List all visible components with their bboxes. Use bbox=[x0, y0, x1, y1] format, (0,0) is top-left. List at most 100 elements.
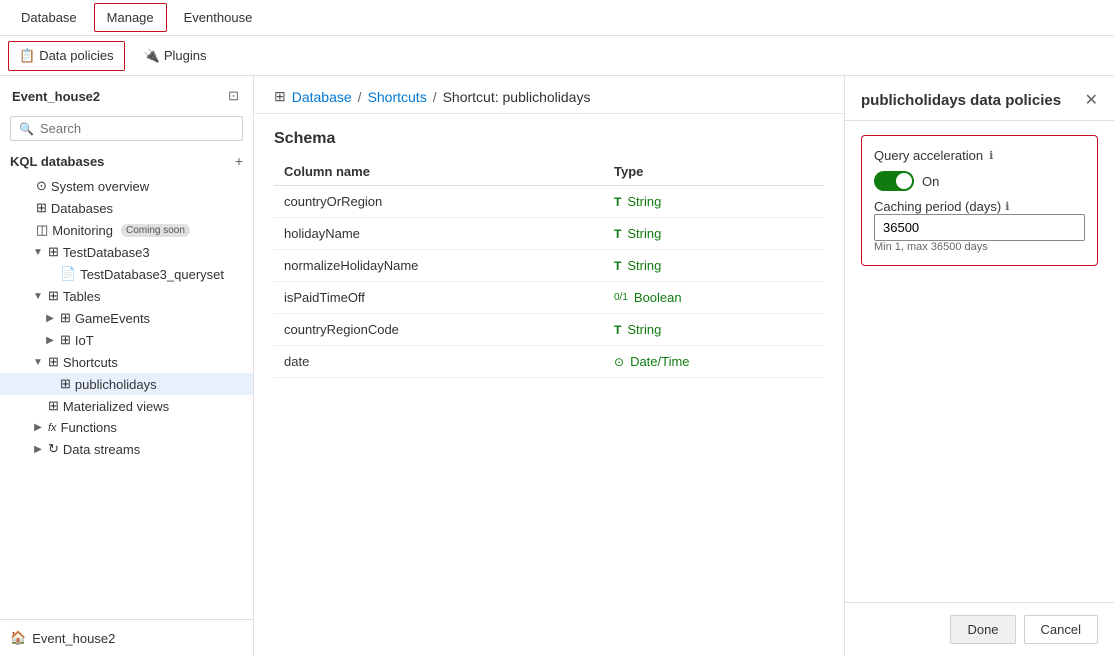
sidebar-item-queryset[interactable]: 📄 TestDatabase3_queryset bbox=[0, 263, 253, 285]
chevron: ▶ bbox=[44, 335, 56, 346]
kql-add-btn[interactable]: + bbox=[235, 153, 243, 169]
toggle-label: On bbox=[922, 174, 939, 189]
sidebar-item-tables[interactable]: ▼ ⊞ Tables bbox=[0, 285, 253, 307]
type-icon: T bbox=[614, 227, 621, 241]
side-panel-body: Query acceleration ℹ On Caching period (… bbox=[845, 121, 1114, 602]
sidebar-bottom-eventhouse[interactable]: 🏠 Event_house2 bbox=[10, 626, 243, 650]
sidebar-bottom: 🏠 Event_house2 bbox=[0, 619, 253, 656]
caching-input[interactable] bbox=[874, 214, 1085, 241]
materialized-views-label: Materialized views bbox=[63, 399, 169, 414]
caching-info-icon[interactable]: ℹ bbox=[1005, 200, 1009, 213]
functions-icon: fx bbox=[48, 422, 57, 434]
breadcrumb: ⊞ Database / Shortcuts / Shortcut: publi… bbox=[254, 76, 844, 114]
sidebar-item-data-streams[interactable]: ▶ ↻ Data streams bbox=[0, 438, 253, 460]
sidebar-item-publicholidays[interactable]: ⊞ publicholidays bbox=[0, 373, 253, 395]
gameevents-icon: ⊞ bbox=[60, 310, 71, 326]
top-nav: Database Manage Eventhouse bbox=[0, 0, 1114, 36]
chevron: ▼ bbox=[32, 291, 44, 302]
breadcrumb-shortcuts[interactable]: Shortcuts bbox=[368, 89, 427, 105]
sidebar-item-iot[interactable]: ▶ ⊞ IoT bbox=[0, 329, 253, 351]
chevron: ▶ bbox=[44, 313, 56, 324]
schema-title: Schema bbox=[254, 114, 844, 158]
caching-label: Caching period (days) ℹ bbox=[874, 199, 1085, 214]
side-panel-close-btn[interactable]: ✕ bbox=[1085, 90, 1098, 110]
cancel-button[interactable]: Cancel bbox=[1024, 615, 1098, 644]
query-acceleration-label: Query acceleration bbox=[874, 148, 983, 163]
shortcuts-icon: ⊞ bbox=[48, 354, 59, 370]
type-icon: T bbox=[614, 259, 621, 273]
sidebar-expand-icon[interactable]: ⊡ bbox=[226, 86, 241, 106]
eventhouse-bottom-icon: 🏠 bbox=[10, 630, 26, 646]
publicholidays-label: publicholidays bbox=[75, 377, 157, 392]
query-acceleration-row: Query acceleration ℹ bbox=[874, 148, 1085, 163]
cell-type: T String bbox=[614, 322, 814, 337]
content-area: ⊞ Database / Shortcuts / Shortcut: publi… bbox=[254, 76, 844, 656]
plugins-btn[interactable]: 🔌 Plugins bbox=[133, 41, 218, 71]
sidebar-header: Event_house2 ⊡ bbox=[0, 76, 253, 112]
col-header-name: Column name bbox=[284, 164, 614, 179]
main-layout: Event_house2 ⊡ 🔍 KQL databases + ⊙ Syste… bbox=[0, 76, 1114, 656]
nav-eventhouse[interactable]: Eventhouse bbox=[171, 3, 266, 32]
schema-row-date: date ⊙ Date/Time bbox=[274, 346, 824, 378]
type-label: String bbox=[627, 194, 661, 209]
caching-period-row: Caching period (days) ℹ Min 1, max 36500… bbox=[874, 199, 1085, 253]
cell-name: date bbox=[284, 354, 614, 369]
query-acceleration-toggle[interactable] bbox=[874, 171, 914, 191]
schema-row-normalizeholidayname: normalizeHolidayName T String bbox=[274, 250, 824, 282]
type-label: String bbox=[627, 258, 661, 273]
side-panel-header: publicholidays data policies ✕ bbox=[845, 76, 1114, 121]
chevron: ▶ bbox=[32, 422, 44, 433]
breadcrumb-sep1: / bbox=[358, 89, 362, 105]
type-label: String bbox=[627, 226, 661, 241]
breadcrumb-icon: ⊞ bbox=[274, 88, 286, 105]
kql-section-title: KQL databases bbox=[10, 154, 104, 169]
cell-type: T String bbox=[614, 258, 814, 273]
shortcuts-label: Shortcuts bbox=[63, 355, 118, 370]
iot-icon: ⊞ bbox=[60, 332, 71, 348]
data-streams-label: Data streams bbox=[63, 442, 140, 457]
sidebar-item-materialized-views[interactable]: ⊞ Materialized views bbox=[0, 395, 253, 417]
sidebar-item-shortcuts[interactable]: ▼ ⊞ Shortcuts bbox=[0, 351, 253, 373]
cell-name: countryOrRegion bbox=[284, 194, 614, 209]
chevron: ▶ bbox=[32, 444, 44, 455]
sidebar-item-databases[interactable]: ⊞ Databases bbox=[0, 197, 253, 219]
queryset-icon: 📄 bbox=[60, 266, 76, 282]
sidebar-item-monitoring[interactable]: ◫ Monitoring Coming soon bbox=[0, 219, 253, 241]
queryset-label: TestDatabase3_queryset bbox=[80, 267, 224, 282]
type-label: String bbox=[627, 322, 661, 337]
sidebar-item-system-overview[interactable]: ⊙ System overview bbox=[0, 175, 253, 197]
nav-manage[interactable]: Manage bbox=[94, 3, 167, 32]
data-policies-btn[interactable]: 📋 Data policies bbox=[8, 41, 125, 71]
gameevents-label: GameEvents bbox=[75, 311, 150, 326]
cell-name: countryRegionCode bbox=[284, 322, 614, 337]
caching-hint: Min 1, max 36500 days bbox=[874, 241, 1085, 253]
sidebar-item-gameevents[interactable]: ▶ ⊞ GameEvents bbox=[0, 307, 253, 329]
tables-icon: ⊞ bbox=[48, 288, 59, 304]
toggle-wrap: On bbox=[874, 171, 1085, 191]
sidebar-item-testdatabase3[interactable]: ▼ ⊞ TestDatabase3 bbox=[0, 241, 253, 263]
databases-icon: ⊞ bbox=[36, 200, 47, 216]
schema-row-countryorregion: countryOrRegion T String bbox=[274, 186, 824, 218]
testdatabase3-icon: ⊞ bbox=[48, 244, 59, 260]
type-icon: 0/1 bbox=[614, 292, 628, 303]
breadcrumb-current: Shortcut: publicholidays bbox=[443, 89, 591, 105]
data-policies-icon: 📋 bbox=[19, 48, 35, 64]
plugins-icon: 🔌 bbox=[144, 48, 160, 64]
nav-database[interactable]: Database bbox=[8, 3, 90, 32]
monitoring-label: Monitoring bbox=[52, 223, 113, 238]
cell-type: ⊙ Date/Time bbox=[614, 354, 814, 369]
sidebar-item-functions[interactable]: ▶ fx Functions bbox=[0, 417, 253, 438]
tables-label: Tables bbox=[63, 289, 101, 304]
monitoring-icon: ◫ bbox=[36, 222, 48, 238]
query-acceleration-info-icon[interactable]: ℹ bbox=[989, 149, 993, 162]
done-button[interactable]: Done bbox=[950, 615, 1015, 644]
cell-type: 0/1 Boolean bbox=[614, 290, 814, 305]
type-label: Boolean bbox=[634, 290, 682, 305]
databases-label: Databases bbox=[51, 201, 113, 216]
schema-table: Column name Type countryOrRegion T Strin… bbox=[254, 158, 844, 378]
chevron: ▼ bbox=[32, 357, 44, 368]
search-input[interactable] bbox=[40, 121, 234, 136]
chevron: ▼ bbox=[32, 247, 44, 258]
search-container: 🔍 bbox=[0, 112, 253, 147]
breadcrumb-database[interactable]: Database bbox=[292, 89, 352, 105]
